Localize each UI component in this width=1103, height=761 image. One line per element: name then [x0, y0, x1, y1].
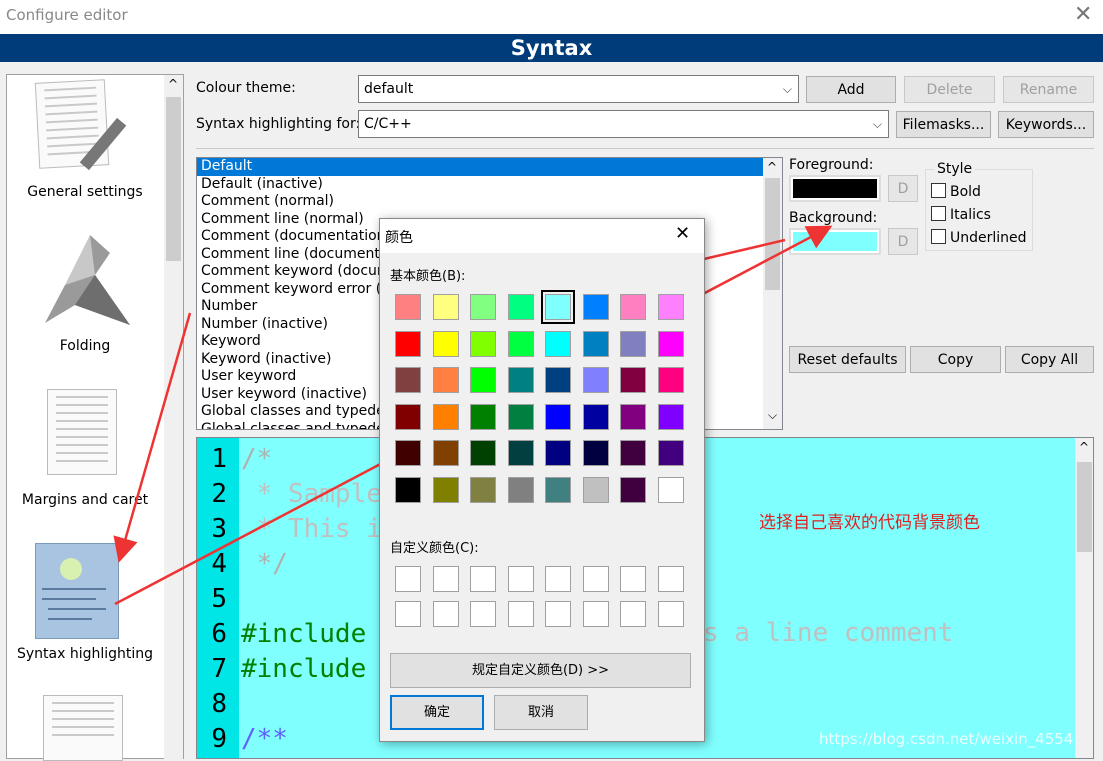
basic-colors-grid: [395, 290, 691, 506]
custom-color-swatch[interactable]: [620, 601, 646, 627]
cancel-button[interactable]: 取消: [494, 695, 588, 730]
custom-colors-label: 自定义颜色(C):: [390, 541, 479, 556]
custom-color-swatch[interactable]: [657, 566, 684, 592]
basic-color-swatch[interactable]: [432, 403, 459, 430]
color-dialog: 颜色 ✕ 基本颜色(B): 自定义颜色(C): 规定自定义颜色(D) >> 确定…: [379, 218, 705, 742]
basic-color-swatch[interactable]: [582, 330, 609, 357]
basic-color-swatch[interactable]: [507, 330, 534, 357]
basic-color-swatch[interactable]: [395, 294, 421, 320]
basic-color-swatch[interactable]: [545, 440, 571, 466]
color-dialog-title: 颜色: [385, 230, 413, 246]
basic-color-swatch[interactable]: [432, 440, 459, 466]
basic-color-swatch[interactable]: [470, 403, 496, 430]
basic-color-swatch[interactable]: [657, 476, 684, 503]
ok-button[interactable]: 确定: [390, 695, 484, 730]
basic-color-swatch[interactable]: [657, 367, 684, 393]
basic-color-swatch[interactable]: [470, 294, 496, 320]
basic-color-swatch[interactable]: [395, 330, 421, 357]
basic-color-swatch[interactable]: [620, 440, 646, 466]
basic-color-swatch[interactable]: [657, 440, 684, 466]
custom-colors-grid: [395, 566, 691, 632]
basic-color-swatch[interactable]: [432, 367, 459, 393]
basic-color-swatch[interactable]: [432, 330, 459, 357]
basic-color-swatch[interactable]: [470, 330, 496, 357]
basic-color-swatch[interactable]: [657, 294, 684, 320]
basic-color-swatch[interactable]: [395, 367, 421, 393]
basic-color-swatch[interactable]: [507, 367, 534, 393]
basic-color-swatch[interactable]: [620, 294, 646, 320]
custom-color-swatch[interactable]: [470, 601, 496, 627]
custom-color-swatch[interactable]: [432, 566, 459, 592]
custom-color-swatch[interactable]: [470, 566, 496, 592]
basic-color-swatch[interactable]: [432, 476, 459, 503]
close-icon[interactable]: ✕: [675, 223, 690, 244]
basic-color-swatch[interactable]: [507, 403, 534, 430]
color-dialog-titlebar: 颜色 ✕: [380, 219, 704, 253]
basic-color-swatch[interactable]: [545, 367, 571, 393]
basic-color-swatch[interactable]: [545, 330, 571, 357]
basic-color-swatch[interactable]: [470, 440, 496, 466]
basic-color-swatch[interactable]: [582, 440, 609, 466]
custom-color-swatch[interactable]: [507, 566, 534, 592]
basic-colors-label: 基本颜色(B):: [390, 269, 466, 284]
basic-color-swatch[interactable]: [507, 294, 534, 320]
custom-color-swatch[interactable]: [657, 601, 684, 627]
basic-color-swatch[interactable]: [582, 476, 609, 503]
basic-color-swatch[interactable]: [620, 403, 646, 430]
basic-color-swatch[interactable]: [470, 476, 496, 503]
custom-color-swatch[interactable]: [582, 566, 609, 592]
basic-color-swatch[interactable]: [620, 367, 646, 393]
basic-color-swatch[interactable]: [657, 330, 684, 357]
basic-color-swatch[interactable]: [582, 367, 609, 393]
basic-color-swatch[interactable]: [545, 403, 571, 430]
basic-color-swatch[interactable]: [507, 440, 534, 466]
basic-color-swatch[interactable]: [395, 403, 421, 430]
basic-color-swatch[interactable]: [657, 403, 684, 430]
basic-color-swatch[interactable]: [620, 330, 646, 357]
custom-color-swatch[interactable]: [507, 601, 534, 627]
basic-color-swatch[interactable]: [545, 476, 571, 503]
basic-color-swatch[interactable]: [541, 290, 575, 324]
custom-color-swatch[interactable]: [395, 566, 421, 592]
basic-color-swatch[interactable]: [582, 294, 609, 320]
custom-color-swatch[interactable]: [620, 566, 646, 592]
custom-color-swatch[interactable]: [582, 601, 609, 627]
basic-color-swatch[interactable]: [432, 294, 459, 320]
basic-color-swatch[interactable]: [470, 367, 496, 393]
basic-color-swatch[interactable]: [395, 476, 421, 503]
basic-color-swatch[interactable]: [620, 476, 646, 503]
custom-color-swatch[interactable]: [545, 566, 571, 592]
custom-color-swatch[interactable]: [432, 601, 459, 627]
basic-color-swatch[interactable]: [582, 403, 609, 430]
basic-color-swatch[interactable]: [507, 476, 534, 503]
custom-color-swatch[interactable]: [545, 601, 571, 627]
basic-color-swatch[interactable]: [395, 440, 421, 466]
define-custom-colors-button[interactable]: 规定自定义颜色(D) >>: [390, 653, 691, 688]
custom-color-swatch[interactable]: [395, 601, 421, 627]
